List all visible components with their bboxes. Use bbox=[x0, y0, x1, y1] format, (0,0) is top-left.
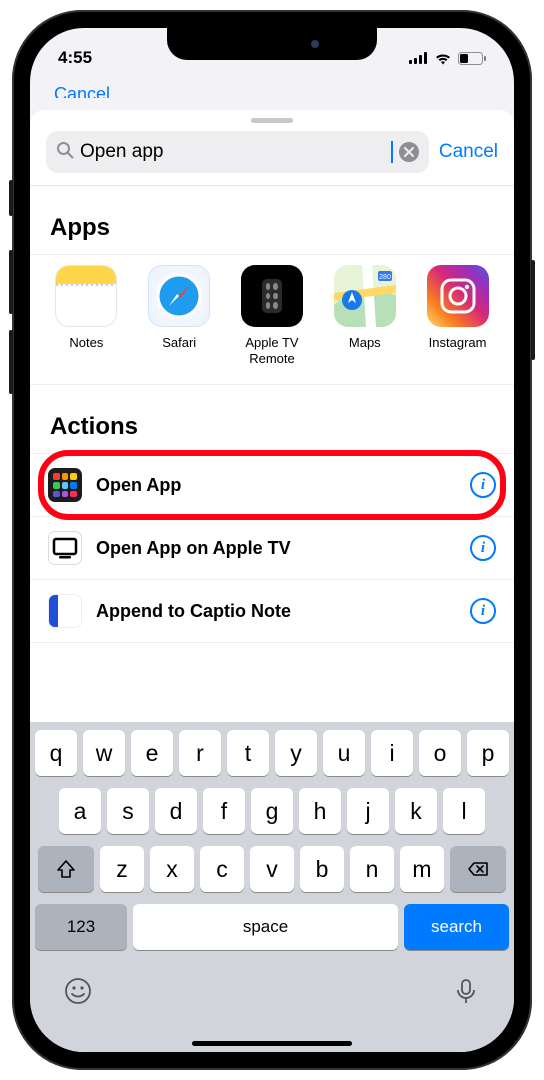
notch bbox=[167, 28, 377, 60]
key-b[interactable]: b bbox=[300, 846, 344, 892]
key-v[interactable]: v bbox=[250, 846, 294, 892]
instagram-app-icon bbox=[427, 265, 489, 327]
keyboard-row-1: qwertyuiop bbox=[35, 730, 509, 776]
keyboard: qwertyuiop asdfghjkl zxcvbnm 123 space s… bbox=[30, 722, 514, 1052]
home-indicator[interactable] bbox=[192, 1041, 352, 1046]
key-m[interactable]: m bbox=[400, 846, 444, 892]
search-box[interactable] bbox=[46, 131, 429, 173]
apps-row: Notes Safari Apple TV Remote 280 bbox=[30, 254, 514, 385]
mute-switch bbox=[9, 180, 13, 216]
key-d[interactable]: d bbox=[155, 788, 197, 834]
keyboard-row-3: zxcvbnm bbox=[35, 846, 509, 892]
search-icon bbox=[56, 141, 74, 164]
actions-list: Open App i Open App on Apple TV i Append… bbox=[30, 453, 514, 643]
action-label: Open App bbox=[96, 475, 456, 496]
dictation-key[interactable] bbox=[451, 976, 481, 1011]
battery-icon bbox=[458, 52, 486, 65]
keyboard-bottom-row bbox=[35, 962, 509, 1017]
numbers-key[interactable]: 123 bbox=[35, 904, 127, 950]
captio-action-icon bbox=[48, 594, 82, 628]
status-time: 4:55 bbox=[58, 48, 92, 68]
emoji-key[interactable] bbox=[63, 976, 93, 1011]
key-f[interactable]: f bbox=[203, 788, 245, 834]
key-h[interactable]: h bbox=[299, 788, 341, 834]
info-button[interactable]: i bbox=[470, 598, 496, 624]
key-y[interactable]: y bbox=[275, 730, 317, 776]
apple-tv-remote-app-icon bbox=[241, 265, 303, 327]
app-item-instagram[interactable]: Instagram bbox=[415, 265, 500, 366]
action-row-append-captio[interactable]: Append to Captio Note i bbox=[30, 580, 514, 643]
app-label: Instagram bbox=[429, 335, 487, 365]
actions-section-header: Actions bbox=[30, 385, 514, 453]
shift-key[interactable] bbox=[38, 846, 94, 892]
key-p[interactable]: p bbox=[467, 730, 509, 776]
wifi-icon bbox=[434, 52, 452, 65]
key-i[interactable]: i bbox=[371, 730, 413, 776]
search-key[interactable]: search bbox=[404, 904, 509, 950]
text-cursor bbox=[391, 141, 393, 163]
backspace-key[interactable] bbox=[450, 846, 506, 892]
apps-section-header: Apps bbox=[30, 186, 514, 254]
volume-down-button bbox=[9, 330, 13, 394]
key-a[interactable]: a bbox=[59, 788, 101, 834]
key-q[interactable]: q bbox=[35, 730, 77, 776]
peek-cancel: Cancel bbox=[54, 84, 110, 98]
key-l[interactable]: l bbox=[443, 788, 485, 834]
app-label: Apple TV Remote bbox=[230, 335, 315, 366]
key-c[interactable]: c bbox=[200, 846, 244, 892]
maps-app-icon: 280 bbox=[334, 265, 396, 327]
action-row-open-app[interactable]: Open App i bbox=[30, 454, 514, 517]
clear-search-button[interactable] bbox=[399, 142, 419, 162]
app-label: Safari bbox=[162, 335, 196, 365]
key-o[interactable]: o bbox=[419, 730, 461, 776]
cancel-button[interactable]: Cancel bbox=[439, 141, 498, 163]
action-row-open-app-apple-tv[interactable]: Open App on Apple TV i bbox=[30, 517, 514, 580]
space-key[interactable]: space bbox=[133, 904, 398, 950]
app-label: Maps bbox=[349, 335, 381, 365]
app-item-apple-tv-remote[interactable]: Apple TV Remote bbox=[230, 265, 315, 366]
key-n[interactable]: n bbox=[350, 846, 394, 892]
volume-up-button bbox=[9, 250, 13, 314]
key-x[interactable]: x bbox=[150, 846, 194, 892]
app-item-notes[interactable]: Notes bbox=[44, 265, 129, 366]
cellular-signal-icon bbox=[409, 52, 428, 64]
key-r[interactable]: r bbox=[179, 730, 221, 776]
power-button bbox=[531, 260, 535, 360]
app-label: Notes bbox=[69, 335, 103, 365]
key-s[interactable]: s bbox=[107, 788, 149, 834]
apple-tv-action-icon bbox=[48, 531, 82, 565]
keyboard-row-2: asdfghjkl bbox=[35, 788, 509, 834]
key-k[interactable]: k bbox=[395, 788, 437, 834]
screen: 4:55 Cancel Next bbox=[30, 28, 514, 1052]
action-label: Append to Captio Note bbox=[96, 601, 456, 622]
key-t[interactable]: t bbox=[227, 730, 269, 776]
key-z[interactable]: z bbox=[100, 846, 144, 892]
key-j[interactable]: j bbox=[347, 788, 389, 834]
search-input[interactable] bbox=[80, 141, 385, 163]
phone-frame: 4:55 Cancel Next bbox=[12, 10, 532, 1070]
key-e[interactable]: e bbox=[131, 730, 173, 776]
status-right bbox=[409, 52, 486, 65]
key-u[interactable]: u bbox=[323, 730, 365, 776]
key-w[interactable]: w bbox=[83, 730, 125, 776]
underlying-sheet-peek: Cancel Next bbox=[30, 76, 514, 110]
action-label: Open App on Apple TV bbox=[96, 538, 456, 559]
app-item-maps[interactable]: 280 Maps bbox=[322, 265, 407, 366]
info-button[interactable]: i bbox=[470, 472, 496, 498]
app-item-safari[interactable]: Safari bbox=[137, 265, 222, 366]
notes-app-icon bbox=[55, 265, 117, 327]
svg-text:280: 280 bbox=[379, 274, 391, 281]
search-sheet: Cancel Apps Notes Safari bbox=[30, 110, 514, 1052]
info-button[interactable]: i bbox=[470, 535, 496, 561]
safari-app-icon bbox=[148, 265, 210, 327]
search-row: Cancel bbox=[30, 129, 514, 186]
key-g[interactable]: g bbox=[251, 788, 293, 834]
keyboard-row-4: 123 space search bbox=[35, 904, 509, 950]
open-app-action-icon bbox=[48, 468, 82, 502]
sheet-grabber[interactable] bbox=[251, 118, 293, 123]
